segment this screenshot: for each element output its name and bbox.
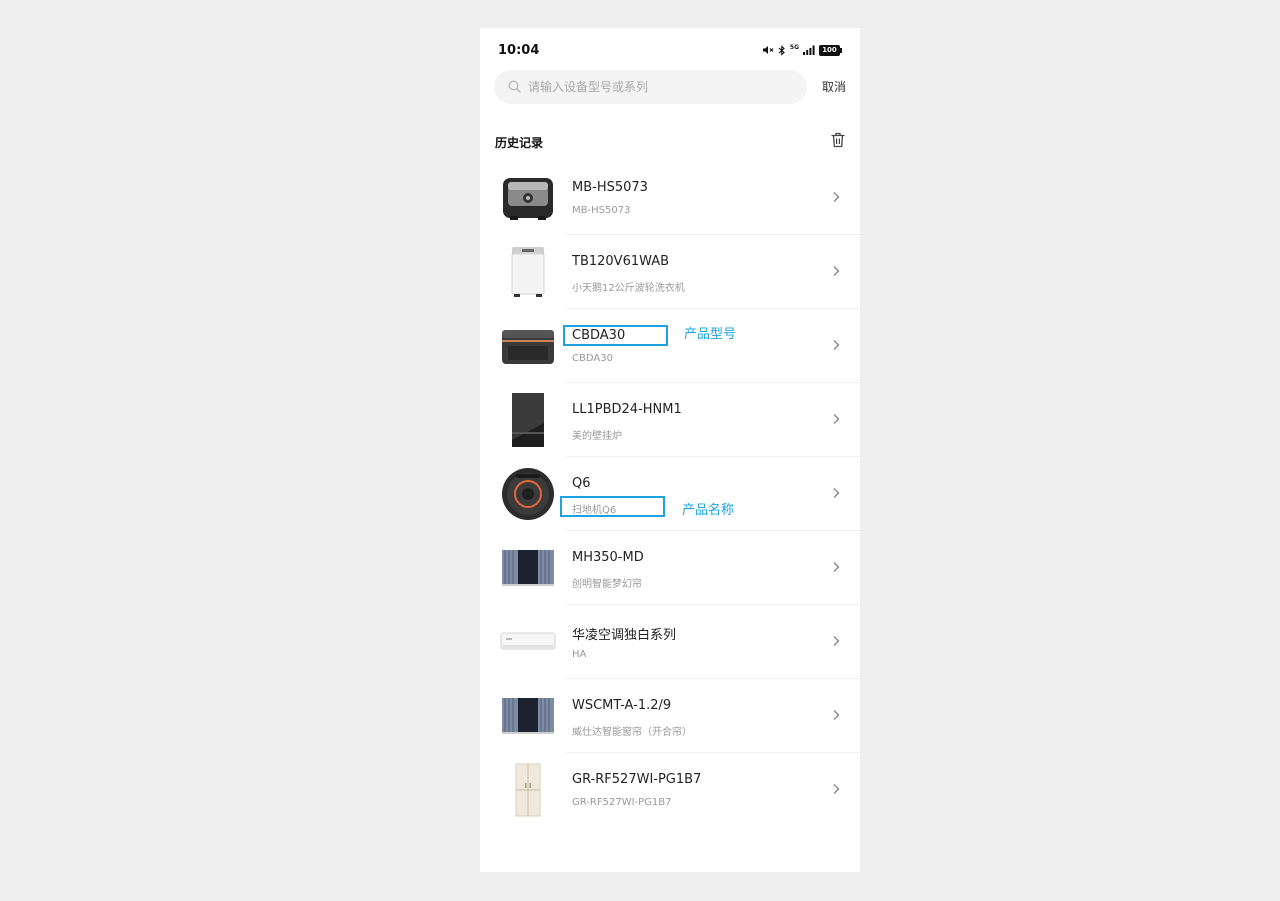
countertop-appliance-icon [502, 330, 554, 364]
trash-icon[interactable] [831, 132, 845, 148]
product-name: HA [572, 649, 587, 660]
history-title: 历史记录 [495, 136, 544, 150]
list-item[interactable]: GR-RF527WI-PG1B7 GR-RF527WI-PG1B7 [480, 753, 860, 827]
product-image [498, 171, 558, 225]
wall-boiler-icon [512, 393, 544, 447]
product-image [498, 245, 558, 299]
name-annotation-box [560, 496, 665, 517]
product-name: CBDA30 [572, 353, 613, 364]
product-model: GR-RF527WI-PG1B7 [572, 772, 702, 787]
product-name: GR-RF527WI-PG1B7 [572, 797, 672, 808]
robot-vacuum-icon [502, 468, 554, 520]
product-name: 创明智能梦幻帘 [572, 579, 642, 590]
product-image [498, 615, 558, 669]
curtain-icon [502, 698, 554, 734]
battery-icon: 100 [819, 44, 842, 56]
product-name: 威仕达智能窗帘（开合帘） [572, 727, 692, 738]
cancel-button[interactable]: 取消 [822, 70, 846, 104]
chevron-right-icon [833, 562, 840, 572]
product-image [498, 689, 558, 743]
status-bar: 10:04 5G 100 [480, 28, 860, 72]
chevron-right-icon [833, 414, 840, 424]
product-name: MB-HS5073 [572, 205, 631, 216]
chevron-right-icon [833, 636, 840, 646]
signal-icon [803, 45, 815, 55]
refrigerator-icon [515, 763, 541, 817]
curtain-icon [502, 550, 554, 586]
chevron-right-icon [833, 192, 840, 202]
product-name: 小天鹅12公斤波轮洗衣机 [572, 283, 685, 294]
product-model: MH350-MD [572, 550, 644, 565]
product-model: MB-HS5073 [572, 180, 648, 195]
product-model: LL1PBD24-HNM1 [572, 402, 682, 417]
bluetooth-icon [778, 44, 785, 56]
washing-machine-icon [511, 247, 545, 297]
list-item[interactable]: MH350-MD 创明智能梦幻帘 [480, 531, 860, 605]
product-image [498, 319, 558, 373]
product-model: WSCMT-A-1.2/9 [572, 698, 672, 713]
status-time: 10:04 [498, 43, 540, 58]
product-image [498, 763, 558, 817]
search-row: 取消 [494, 70, 846, 104]
product-model: TB120V61WAB [572, 254, 670, 269]
history-list: MB-HS5073 MB-HS5073 TB120V61WAB 小天鹅12公斤波… [480, 161, 860, 827]
chevron-right-icon [833, 784, 840, 794]
model-annotation-label: 产品型号 [684, 327, 737, 342]
search-icon [508, 80, 521, 93]
product-model: 华凌空调独白系列 [572, 628, 677, 643]
air-conditioner-icon [500, 632, 556, 650]
product-model: Q6 [572, 476, 591, 491]
mute-icon [762, 46, 774, 54]
list-item[interactable]: Q6 扫地机Q6 [480, 457, 860, 531]
chevron-right-icon [833, 340, 840, 350]
search-input[interactable] [528, 70, 788, 104]
network-label: 5G [789, 43, 799, 51]
rice-cooker-icon [503, 178, 553, 220]
list-item[interactable]: CBDA30 CBDA30 [480, 309, 860, 383]
list-item[interactable]: WSCMT-A-1.2/9 威仕达智能窗帘（开合帘） [480, 679, 860, 753]
phone-screen: 10:04 5G 100 请输入设备型号或系列 取消 历史记录 MB-HS507… [480, 28, 860, 872]
list-item[interactable]: TB120V61WAB 小天鹅12公斤波轮洗衣机 [480, 235, 860, 309]
product-image [498, 541, 558, 595]
chevron-right-icon [833, 488, 840, 498]
product-name: 美的壁挂炉 [572, 431, 622, 442]
chevron-right-icon [833, 266, 840, 276]
product-image [498, 467, 558, 521]
model-annotation-box [563, 325, 668, 346]
name-annotation-label: 产品名称 [682, 503, 735, 518]
product-image [498, 393, 558, 447]
list-item[interactable]: LL1PBD24-HNM1 美的壁挂炉 [480, 383, 860, 457]
history-header: 历史记录 [495, 132, 845, 152]
search-box[interactable] [494, 70, 807, 104]
list-item[interactable]: 华凌空调独白系列 HA [480, 605, 860, 679]
list-item[interactable]: MB-HS5073 MB-HS5073 [480, 161, 860, 235]
chevron-right-icon [833, 710, 840, 720]
status-icons: 5G 100 [762, 43, 842, 56]
